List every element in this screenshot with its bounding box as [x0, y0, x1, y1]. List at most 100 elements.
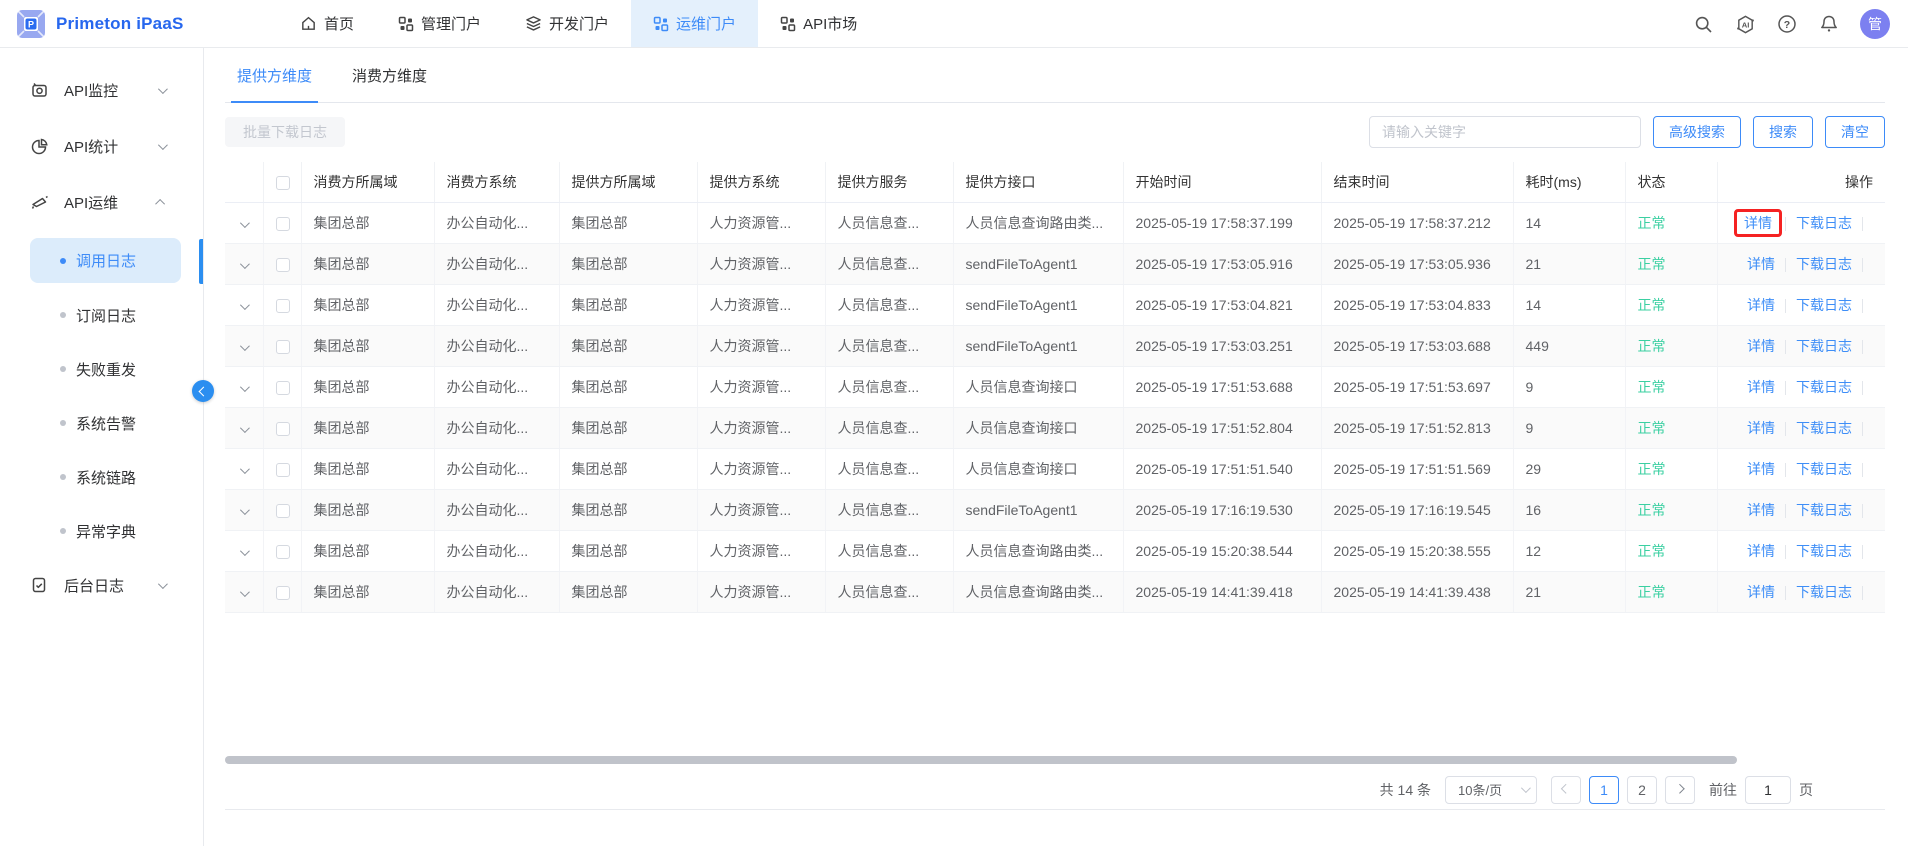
row-checkbox[interactable] — [275, 544, 290, 559]
sidebar-collapse-button[interactable] — [192, 380, 214, 402]
top-bar: P Primeton iPaaS 首页 管理门户 开发门户 运维门户 API市场… — [0, 0, 1908, 48]
row-expand-icon[interactable] — [240, 463, 251, 474]
download-log-link[interactable]: 下载日志 — [1796, 297, 1852, 313]
sidebar-item-fail-retry[interactable]: 失败重发 — [0, 349, 203, 389]
download-log-link[interactable]: 下载日志 — [1796, 461, 1852, 477]
cell-provider-service: 人员信息查... — [825, 202, 954, 244]
table-row: 集团总部 办公自动化... 集团总部 人力资源管... 人员信息查... sendFile… — [225, 489, 1885, 531]
cell-start-time: 2025-05-19 17:53:03.251 — [1123, 325, 1322, 367]
download-log-link[interactable]: 下载日志 — [1796, 338, 1852, 354]
advanced-search-button[interactable]: 高级搜索 — [1653, 116, 1741, 148]
total-count: 共 14 条 — [1379, 781, 1431, 798]
detail-link[interactable]: 详情 — [1744, 215, 1772, 231]
sidebar-item-exception-dict[interactable]: 异常字典 — [0, 511, 203, 551]
row-expand-icon[interactable] — [240, 217, 251, 228]
sidebar-item-api-monitor[interactable]: API监控 — [0, 70, 203, 110]
cell-duration-ms: 449 — [1513, 325, 1626, 367]
cell-consumer-domain: 集团总部 — [301, 243, 435, 285]
row-expand-icon[interactable] — [240, 381, 251, 392]
cell-provider-service: 人员信息查... — [825, 366, 954, 408]
row-checkbox[interactable] — [275, 216, 290, 231]
nav-item-api-market[interactable]: API市场 — [758, 0, 879, 47]
top-right-actions: AI ? 管 — [1692, 0, 1890, 48]
sidebar-item-api-ops[interactable]: API运维 — [0, 182, 203, 222]
row-expand-icon[interactable] — [240, 422, 251, 433]
page-number-button[interactable]: 2 — [1627, 775, 1657, 804]
download-log-link[interactable]: 下载日志 — [1796, 215, 1852, 231]
next-page-button[interactable] — [1665, 775, 1695, 804]
row-checkbox[interactable] — [275, 257, 290, 272]
detail-link[interactable]: 详情 — [1747, 297, 1775, 313]
bell-icon[interactable] — [1818, 13, 1840, 35]
nav-item-home[interactable]: 首页 — [278, 0, 376, 47]
horizontal-scrollbar-thumb[interactable] — [225, 756, 1737, 764]
action-divider — [1785, 503, 1786, 518]
row-checkbox[interactable] — [275, 503, 290, 518]
batch-download-button[interactable]: 批量下载日志 — [225, 117, 345, 147]
row-expand-icon[interactable] — [240, 586, 251, 597]
detail-link[interactable]: 详情 — [1747, 543, 1775, 559]
search-icon[interactable] — [1692, 13, 1714, 35]
download-log-link[interactable]: 下载日志 — [1796, 543, 1852, 559]
cell-provider-service: 人员信息查... — [825, 284, 954, 326]
row-expand-icon[interactable] — [240, 258, 251, 269]
horizontal-scrollbar — [225, 756, 1885, 764]
detail-link[interactable]: 详情 — [1747, 379, 1775, 395]
tab-provider-dimension[interactable]: 提供方维度 — [230, 48, 319, 103]
keyword-search-input[interactable] — [1369, 116, 1641, 148]
detail-link[interactable]: 详情 — [1747, 256, 1775, 272]
row-checkbox[interactable] — [275, 462, 290, 477]
cell-provider-interface: 人员信息查询接口 — [953, 407, 1124, 449]
row-checkbox[interactable] — [275, 585, 290, 600]
sidebar-item-system-alert[interactable]: 系统告警 — [0, 403, 203, 443]
sidebar-item-backend-log[interactable]: 后台日志 — [0, 565, 203, 605]
detail-link[interactable]: 详情 — [1747, 584, 1775, 600]
chevron-down-icon — [157, 578, 168, 589]
grid-icon — [780, 16, 796, 32]
help-icon[interactable]: ? — [1776, 13, 1798, 35]
download-log-link[interactable]: 下载日志 — [1796, 584, 1852, 600]
action-divider — [1785, 421, 1786, 436]
row-select-cell — [263, 571, 302, 613]
tab-consumer-dimension[interactable]: 消费方维度 — [352, 48, 427, 102]
sidebar-item-api-stats[interactable]: API统计 — [0, 126, 203, 166]
row-checkbox[interactable] — [275, 380, 290, 395]
download-log-link[interactable]: 下载日志 — [1796, 256, 1852, 272]
page-size-select[interactable]: 10条/页 — [1445, 775, 1537, 804]
ai-icon[interactable]: AI — [1734, 13, 1756, 35]
page-number-button[interactable]: 1 — [1589, 775, 1619, 804]
row-expand-icon[interactable] — [240, 340, 251, 351]
detail-link[interactable]: 详情 — [1747, 338, 1775, 354]
cell-provider-system: 人力资源管... — [697, 571, 826, 613]
nav-item-dev-portal[interactable]: 开发门户 — [503, 0, 631, 47]
detail-link[interactable]: 详情 — [1747, 420, 1775, 436]
nav-item-ops-portal[interactable]: 运维门户 — [631, 0, 759, 47]
download-log-link[interactable]: 下载日志 — [1796, 379, 1852, 395]
user-avatar[interactable]: 管 — [1860, 9, 1890, 39]
detail-link[interactable]: 详情 — [1747, 461, 1775, 477]
search-button[interactable]: 搜索 — [1753, 116, 1813, 148]
status-badge: 正常 — [1637, 419, 1666, 436]
download-log-link[interactable]: 下载日志 — [1796, 420, 1852, 436]
goto-page-input[interactable] — [1745, 775, 1791, 804]
brand-logo: P Primeton iPaaS — [0, 0, 278, 47]
row-expand-icon[interactable] — [240, 504, 251, 515]
nav-label: 管理门户 — [421, 16, 482, 33]
prev-page-button[interactable] — [1551, 775, 1581, 804]
row-select-cell — [263, 325, 302, 367]
clear-button[interactable]: 清空 — [1825, 116, 1885, 148]
cell-consumer-domain: 集团总部 — [301, 407, 435, 449]
cell-start-time: 2025-05-19 17:16:19.530 — [1123, 489, 1322, 531]
nav-item-admin-portal[interactable]: 管理门户 — [376, 0, 503, 47]
detail-link[interactable]: 详情 — [1747, 502, 1775, 518]
row-checkbox[interactable] — [275, 339, 290, 354]
sidebar-item-subscribe-log[interactable]: 订阅日志 — [0, 295, 203, 335]
sidebar-item-call-log[interactable]: 调用日志 — [30, 238, 181, 283]
sidebar-item-system-trace[interactable]: 系统链路 — [0, 457, 203, 497]
row-checkbox[interactable] — [275, 298, 290, 313]
row-checkbox[interactable] — [275, 421, 290, 436]
row-expand-icon[interactable] — [240, 299, 251, 310]
select-all-checkbox[interactable] — [275, 175, 290, 190]
download-log-link[interactable]: 下载日志 — [1796, 502, 1852, 518]
row-expand-icon[interactable] — [240, 545, 251, 556]
